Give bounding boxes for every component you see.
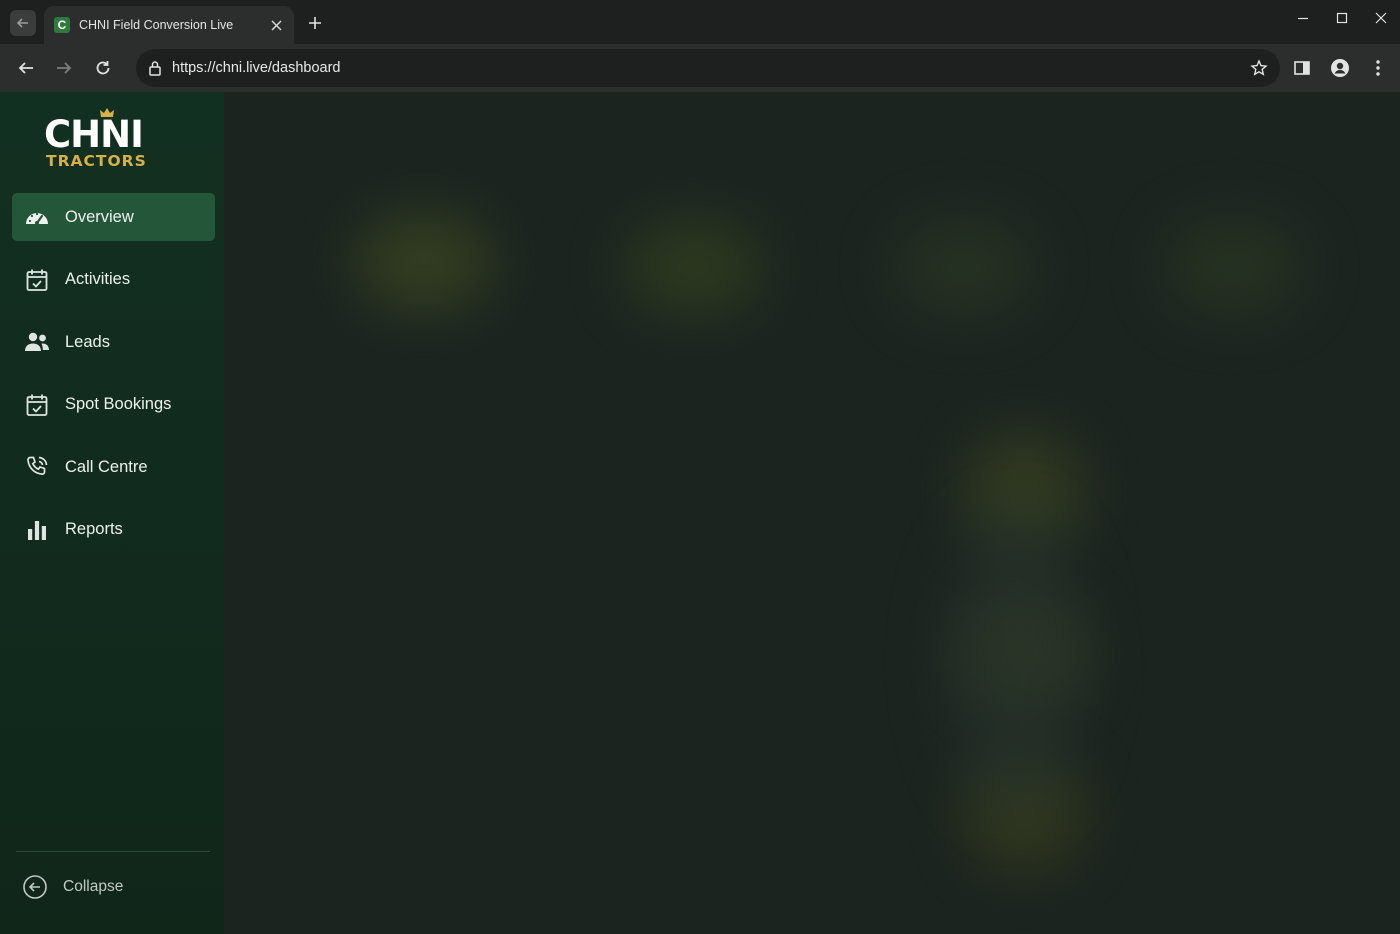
close-icon: [1375, 12, 1386, 24]
lock-icon: [149, 61, 161, 76]
logo[interactable]: CHNI TRACTORS: [44, 108, 164, 176]
sidebar-item-overview[interactable]: Overview: [12, 193, 215, 241]
plus-icon: [309, 17, 321, 29]
tab-favicon-icon: C: [54, 17, 70, 33]
menu-button[interactable]: [1366, 56, 1390, 80]
side-panel-button[interactable]: [1290, 56, 1314, 80]
minimize-icon: [1297, 17, 1308, 20]
reload-button[interactable]: [91, 56, 115, 80]
people-icon: [24, 329, 50, 355]
blurred-placeholder: [894, 217, 1034, 317]
phone-icon: [24, 454, 50, 480]
maximize-button[interactable]: [1322, 0, 1361, 36]
forward-button[interactable]: [52, 56, 76, 80]
browser-toolbar: https://chni.live/dashboard: [0, 44, 1400, 92]
sidebar-item-label: Call Centre: [65, 457, 148, 476]
sidebar-item-label: Overview: [65, 207, 134, 226]
kebab-menu-icon: [1376, 60, 1380, 76]
sidebar-item-leads[interactable]: Leads: [12, 318, 215, 366]
sidebar-menu: Overview Activities Leads Spot Bookings …: [12, 193, 215, 569]
collapse-arrow-icon: [23, 875, 47, 899]
browser-titlebar: C CHNI Field Conversion Live: [0, 0, 1400, 44]
arrow-left-icon: [16, 18, 28, 28]
logo-text-secondary: TRACTORS: [46, 152, 147, 170]
maximize-icon: [1336, 12, 1347, 24]
sidebar-item-label: Leads: [65, 332, 110, 351]
tab-search-button[interactable]: [10, 10, 36, 36]
blurred-placeholder: [944, 512, 1084, 812]
new-tab-button[interactable]: [304, 12, 326, 34]
arrow-left-icon: [18, 62, 33, 74]
back-button[interactable]: [14, 56, 38, 80]
profile-button[interactable]: [1328, 56, 1352, 80]
minimize-button[interactable]: [1283, 0, 1322, 36]
address-bar[interactable]: https://chni.live/dashboard: [136, 49, 1280, 87]
reload-icon: [96, 61, 110, 75]
collapse-button[interactable]: Collapse: [22, 874, 123, 900]
arrow-right-icon: [57, 62, 72, 74]
bar-chart-icon: [24, 517, 50, 543]
toolbar-icons: [1290, 56, 1390, 80]
bookmark-star-icon[interactable]: [1250, 59, 1268, 77]
window-controls: [1283, 0, 1400, 36]
sidebar-item-reports[interactable]: Reports: [12, 506, 215, 554]
blurred-placeholder: [1164, 217, 1304, 317]
sidebar-item-label: Reports: [65, 520, 123, 539]
url-text[interactable]: https://chni.live/dashboard: [172, 60, 1250, 76]
calendar-check-icon: [24, 392, 50, 418]
blurred-placeholder: [354, 212, 494, 312]
speedometer-icon: [24, 204, 50, 230]
sidebar-item-call-centre[interactable]: Call Centre: [12, 443, 215, 491]
sidebar-item-spot-bookings[interactable]: Spot Bookings: [12, 381, 215, 429]
main-content-loading: [224, 92, 1400, 934]
tab-close-button[interactable]: [268, 17, 284, 33]
sidebar-divider: [16, 851, 210, 852]
tab-title: CHNI Field Conversion Live: [79, 18, 234, 32]
profile-icon: [1331, 59, 1349, 77]
logo-text-primary: CHNI: [44, 113, 144, 156]
browser-tab[interactable]: C CHNI Field Conversion Live: [44, 6, 294, 44]
sidebar-item-label: Activities: [65, 270, 131, 289]
close-icon: [270, 19, 282, 31]
sidebar: CHNI TRACTORS Overview Activities Leads …: [0, 92, 224, 934]
side-panel-icon: [1294, 61, 1310, 75]
close-window-button[interactable]: [1361, 0, 1400, 36]
sidebar-item-activities[interactable]: Activities: [12, 256, 215, 304]
blurred-placeholder: [624, 217, 764, 317]
sidebar-item-label: Spot Bookings: [65, 395, 172, 414]
collapse-label: Collapse: [63, 878, 124, 895]
calendar-check-icon: [24, 267, 50, 293]
app: CHNI TRACTORS Overview Activities Leads …: [0, 92, 1400, 934]
